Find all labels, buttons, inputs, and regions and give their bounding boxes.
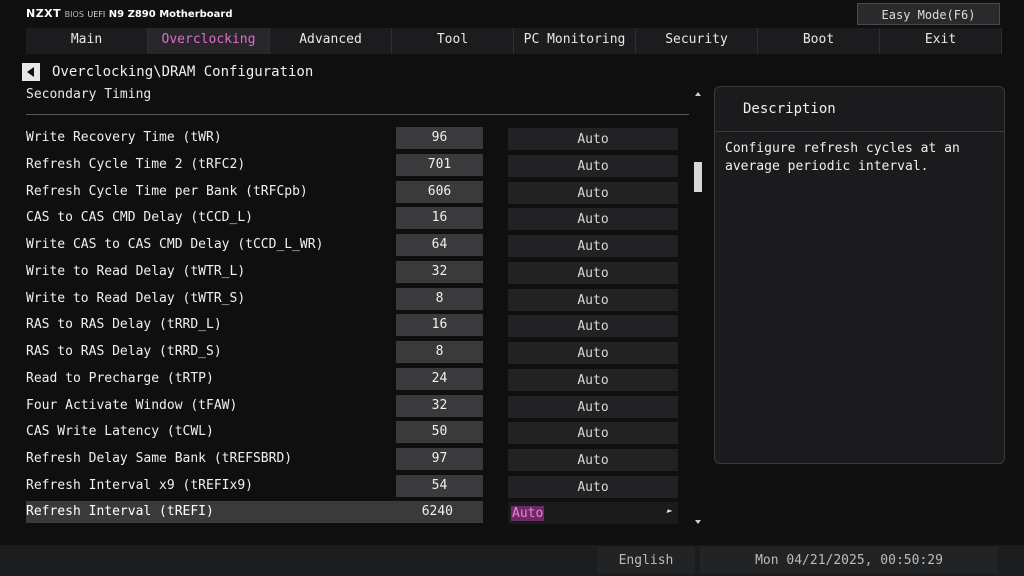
tab-overclocking[interactable]: Overclocking bbox=[148, 28, 270, 54]
top-bar: NZXT BIOS UEFI N9 Z890 Motherboard Easy … bbox=[0, 0, 1024, 28]
setting-value: 54 bbox=[396, 475, 483, 497]
setting-row-trrd-s[interactable]: RAS to RAS Delay (tRRD_S) 8 Auto bbox=[26, 341, 689, 364]
setting-row-twtr-s[interactable]: Write to Read Delay (tWTR_S) 8 Auto bbox=[26, 288, 689, 311]
setting-label: RAS to RAS Delay (tRRD_L) bbox=[26, 317, 222, 332]
tab-main[interactable]: Main bbox=[26, 28, 148, 54]
setting-mode-dropdown[interactable]: Auto bbox=[508, 342, 678, 364]
scroll-down-arrow-icon[interactable] bbox=[695, 520, 701, 524]
scrollbar-thumb[interactable] bbox=[694, 162, 702, 192]
model-name: N9 Z890 Motherboard bbox=[108, 9, 233, 20]
scroll-up-arrow-icon[interactable] bbox=[695, 92, 701, 96]
setting-mode-dropdown[interactable]: Auto bbox=[508, 128, 678, 150]
setting-value: 701 bbox=[396, 154, 483, 176]
setting-value: 32 bbox=[396, 395, 483, 417]
setting-value: 96 bbox=[396, 127, 483, 149]
setting-mode-dropdown[interactable]: Auto bbox=[508, 208, 678, 230]
scrollbar[interactable] bbox=[694, 92, 702, 524]
mouse-cursor-icon bbox=[666, 509, 673, 515]
selected-mode-text: Auto bbox=[511, 506, 545, 521]
description-panel: Description Configure refresh cycles at … bbox=[714, 86, 1005, 464]
tab-security[interactable]: Security bbox=[636, 28, 758, 54]
tab-exit[interactable]: Exit bbox=[880, 28, 1002, 54]
setting-value: 64 bbox=[396, 234, 483, 256]
setting-mode-dropdown[interactable]: Auto bbox=[508, 502, 678, 524]
setting-row-trtp[interactable]: Read to Precharge (tRTP) 24 Auto bbox=[26, 368, 689, 391]
setting-mode-dropdown[interactable]: Auto bbox=[508, 235, 678, 257]
tab-pc-monitoring[interactable]: PC Monitoring bbox=[514, 28, 636, 54]
breadcrumb-path: Overclocking\DRAM Configuration bbox=[52, 64, 314, 80]
setting-value: 8 bbox=[396, 288, 483, 310]
brand-name: NZXT bbox=[26, 7, 62, 20]
setting-row-tccd-l[interactable]: CAS to CAS CMD Delay (tCCD_L) 16 Auto bbox=[26, 207, 689, 230]
section-divider bbox=[26, 114, 689, 115]
setting-label: Read to Precharge (tRTP) bbox=[26, 371, 214, 386]
setting-row-trefix9[interactable]: Refresh Interval x9 (tREFIx9) 54 Auto bbox=[26, 475, 689, 498]
setting-mode-dropdown[interactable]: Auto bbox=[508, 182, 678, 204]
setting-value: 24 bbox=[396, 368, 483, 390]
tab-boot[interactable]: Boot bbox=[758, 28, 880, 54]
date-time: Mon 04/21/2025, 00:50:29 bbox=[700, 547, 998, 574]
setting-row-trrd-l[interactable]: RAS to RAS Delay (tRRD_L) 16 Auto bbox=[26, 314, 689, 337]
breadcrumb: Overclocking\DRAM Configuration bbox=[22, 63, 313, 81]
setting-row-twr[interactable]: Write Recovery Time (tWR) 96 Auto bbox=[26, 127, 689, 150]
setting-mode-dropdown[interactable]: Auto bbox=[508, 155, 678, 177]
brand-logo: NZXT BIOS UEFI N9 Z890 Motherboard bbox=[26, 7, 233, 20]
setting-label: Write Recovery Time (tWR) bbox=[26, 130, 222, 145]
main-tabs: Main Overclocking Advanced Tool PC Monit… bbox=[26, 28, 1002, 54]
setting-label: Refresh Cycle Time 2 (tRFC2) bbox=[26, 157, 246, 172]
setting-row-trefi-selected[interactable]: Refresh Interval (tREFI) 6240 Auto bbox=[26, 501, 689, 524]
setting-row-twtr-l[interactable]: Write to Read Delay (tWTR_L) 32 Auto bbox=[26, 261, 689, 284]
setting-mode-dropdown[interactable]: Auto bbox=[508, 289, 678, 311]
bios-label: BIOS bbox=[64, 10, 84, 19]
description-title: Description bbox=[715, 87, 1004, 132]
setting-label: Write to Read Delay (tWTR_S) bbox=[26, 291, 246, 306]
setting-label: Refresh Cycle Time per Bank (tRFCpb) bbox=[26, 184, 308, 199]
setting-label: Refresh Interval x9 (tREFIx9) bbox=[26, 478, 253, 493]
tab-tool[interactable]: Tool bbox=[392, 28, 514, 54]
setting-value: 97 bbox=[396, 448, 483, 470]
setting-mode-dropdown[interactable]: Auto bbox=[508, 449, 678, 471]
setting-mode-dropdown[interactable]: Auto bbox=[508, 422, 678, 444]
setting-mode-dropdown[interactable]: Auto bbox=[508, 476, 678, 498]
setting-row-trefsbrd[interactable]: Refresh Delay Same Bank (tREFSBRD) 97 Au… bbox=[26, 448, 689, 471]
setting-row-trfcpb[interactable]: Refresh Cycle Time per Bank (tRFCpb) 606… bbox=[26, 181, 689, 204]
setting-row-tfaw[interactable]: Four Activate Window (tFAW) 32 Auto bbox=[26, 395, 689, 418]
language-selector[interactable]: English bbox=[597, 547, 695, 574]
description-text: Configure refresh cycles at an average p… bbox=[725, 141, 960, 174]
setting-value: 50 bbox=[396, 421, 483, 443]
setting-label: Write CAS to CAS CMD Delay (tCCD_L_WR) bbox=[26, 237, 324, 252]
setting-row-tcwl[interactable]: CAS Write Latency (tCWL) 50 Auto bbox=[26, 421, 689, 444]
easy-mode-button[interactable]: Easy Mode(F6) bbox=[857, 3, 1000, 25]
setting-mode-dropdown[interactable]: Auto bbox=[508, 262, 678, 284]
setting-label: CAS Write Latency (tCWL) bbox=[26, 424, 214, 439]
setting-mode-dropdown[interactable]: Auto bbox=[508, 315, 678, 337]
setting-label: Write to Read Delay (tWTR_L) bbox=[26, 264, 246, 279]
setting-mode-dropdown[interactable]: Auto bbox=[508, 369, 678, 391]
back-arrow-icon[interactable] bbox=[22, 63, 40, 81]
setting-value: 6240 bbox=[421, 504, 453, 519]
setting-label: Refresh Delay Same Bank (tREFSBRD) bbox=[26, 451, 293, 466]
setting-value: 16 bbox=[396, 314, 483, 336]
setting-label: Refresh Interval (tREFI) bbox=[26, 504, 214, 519]
setting-label: CAS to CAS CMD Delay (tCCD_L) bbox=[26, 210, 253, 225]
setting-mode-dropdown[interactable]: Auto bbox=[508, 396, 678, 418]
setting-label: Four Activate Window (tFAW) bbox=[26, 398, 238, 413]
uefi-label: UEFI bbox=[87, 10, 106, 19]
status-bar: English Mon 04/21/2025, 00:50:29 bbox=[0, 545, 1024, 576]
setting-label: RAS to RAS Delay (tRRD_S) bbox=[26, 344, 222, 359]
setting-row-trfc2[interactable]: Refresh Cycle Time 2 (tRFC2) 701 Auto bbox=[26, 154, 689, 177]
setting-row-tccd-l-wr[interactable]: Write CAS to CAS CMD Delay (tCCD_L_WR) 6… bbox=[26, 234, 689, 257]
section-title: Secondary Timing bbox=[26, 87, 152, 102]
setting-value: 606 bbox=[396, 181, 483, 203]
tab-advanced[interactable]: Advanced bbox=[270, 28, 392, 54]
setting-value: 8 bbox=[396, 341, 483, 363]
setting-value: 32 bbox=[396, 261, 483, 283]
setting-value: 16 bbox=[396, 207, 483, 229]
